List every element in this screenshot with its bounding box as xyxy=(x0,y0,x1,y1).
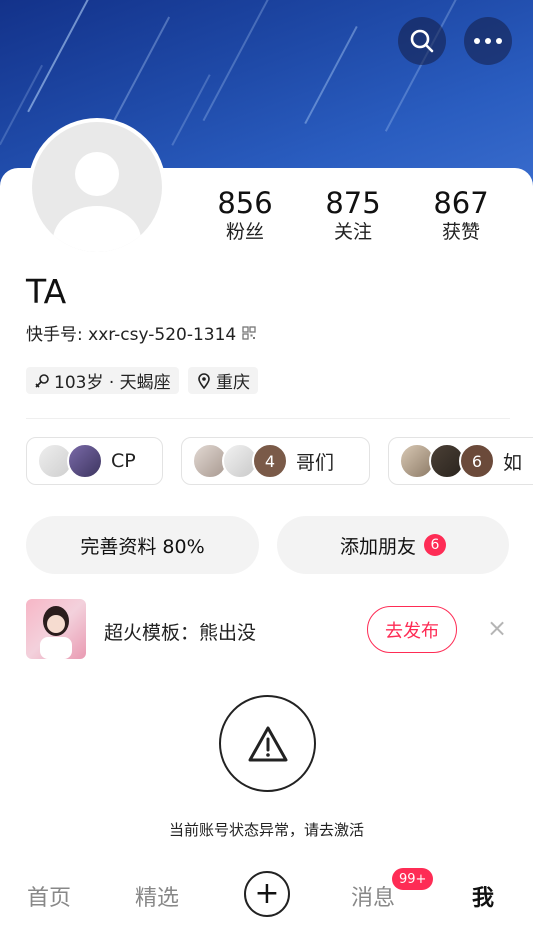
stat-label: 粉丝 xyxy=(225,221,264,243)
avatar[interactable] xyxy=(28,118,166,256)
tab-featured[interactable]: 精选 xyxy=(135,880,179,912)
friend-count: 6 xyxy=(459,443,495,479)
location-text: 重庆 xyxy=(216,373,250,393)
promo-image xyxy=(40,606,72,659)
location-tag[interactable]: 重庆 xyxy=(188,367,258,394)
search-icon xyxy=(410,29,434,53)
stat-label: 获赞 xyxy=(441,221,480,243)
warning-badge xyxy=(219,695,316,792)
search-button[interactable] xyxy=(398,17,446,65)
promo-text: 超火模板：熊出没 xyxy=(104,622,257,644)
relation-chip-brothers[interactable]: 4 哥们 xyxy=(181,437,370,485)
gender-icon xyxy=(35,373,49,388)
stat-following[interactable]: 875 关注 xyxy=(308,186,398,244)
age-text: 103岁 · 天蝎座 xyxy=(54,373,171,393)
friend-count: 4 xyxy=(252,443,288,479)
relation-label: CP xyxy=(111,450,136,472)
stat-value: 856 xyxy=(217,186,273,220)
close-icon[interactable]: × xyxy=(486,616,508,640)
publish-button[interactable]: 去发布 xyxy=(367,606,457,653)
add-friend-label: 添加朋友 xyxy=(339,535,416,558)
tab-home[interactable]: 首页 xyxy=(27,880,71,912)
profile-name: TA xyxy=(26,272,67,311)
friend-avatar xyxy=(67,443,103,479)
stat-value: 867 xyxy=(433,186,489,220)
add-friend-badge: 6 xyxy=(424,534,446,556)
stat-likes[interactable]: 867 获赞 xyxy=(416,186,506,244)
relation-label: 如 xyxy=(503,451,523,474)
promo-thumbnail[interactable] xyxy=(26,599,86,659)
complete-profile-button[interactable]: 完善资料 80% xyxy=(26,516,259,574)
qrcode-icon xyxy=(242,325,256,340)
more-dots-icon xyxy=(474,38,502,44)
relation-chip-other[interactable]: 6 如 xyxy=(388,437,533,485)
relation-chip-cp[interactable]: CP xyxy=(26,437,163,485)
kuaishou-id: 快手号: xxr-csy-520-1314 xyxy=(26,325,237,345)
stat-value: 875 xyxy=(325,186,381,220)
complete-profile-label: 完善资料 80% xyxy=(80,535,205,558)
add-friend-button[interactable]: 添加朋友 6 xyxy=(277,516,509,574)
divider xyxy=(26,418,510,419)
bottom-tabbar: 首页 精选 + 消息 99+ 我 xyxy=(0,862,533,925)
stat-fans[interactable]: 856 粉丝 xyxy=(200,186,290,244)
relation-label: 哥们 xyxy=(296,451,335,474)
kuaishou-id-row[interactable]: 快手号: xxr-csy-520-1314 xyxy=(26,320,256,345)
stat-label: 关注 xyxy=(333,221,372,243)
more-button[interactable] xyxy=(464,17,512,65)
tab-messages[interactable]: 消息 xyxy=(351,880,395,912)
create-button[interactable]: + xyxy=(244,871,290,917)
messages-badge: 99+ xyxy=(392,868,434,890)
warning-icon xyxy=(248,726,287,761)
account-status-notice[interactable]: 当前账号状态异常，请去激活 xyxy=(0,819,533,840)
age-tag[interactable]: 103岁 · 天蝎座 xyxy=(26,367,179,394)
tab-me[interactable]: 我 xyxy=(472,880,494,912)
default-avatar-icon xyxy=(53,152,141,252)
location-icon xyxy=(198,372,210,389)
